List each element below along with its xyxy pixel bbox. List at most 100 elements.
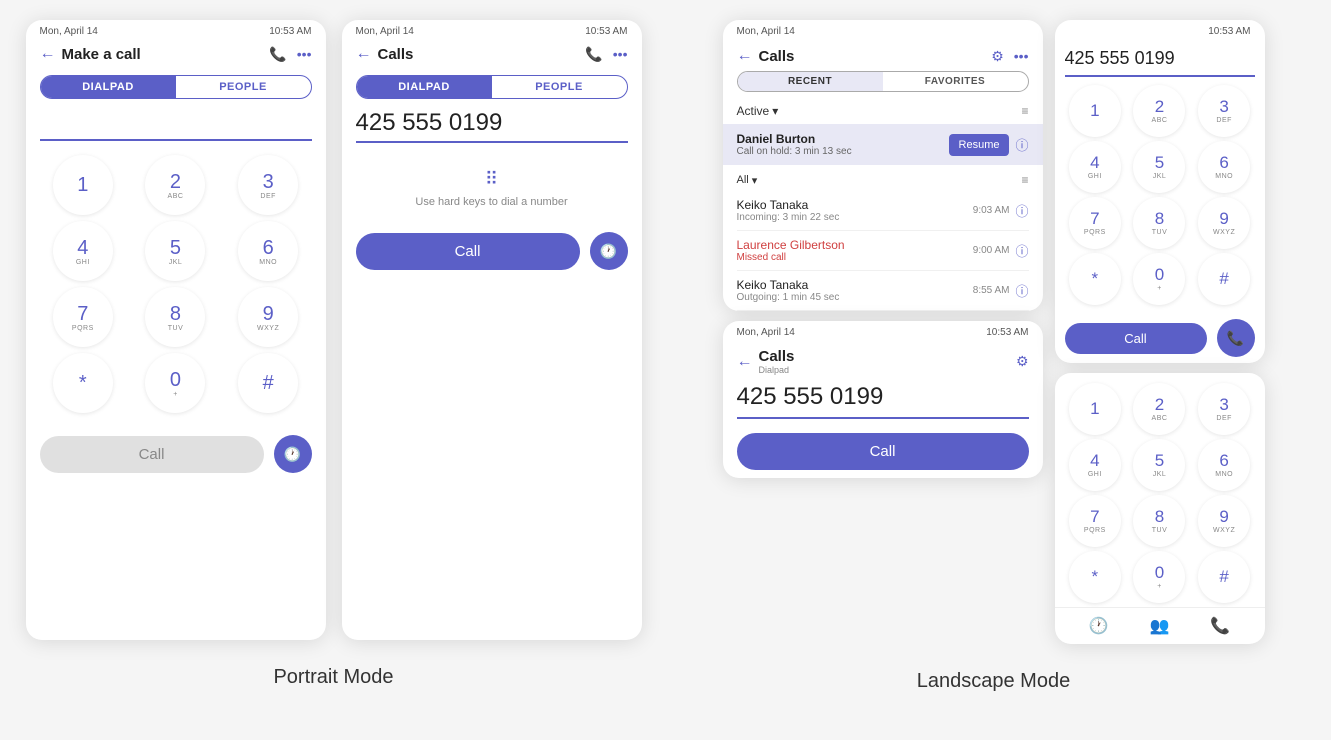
call-button-2[interactable]: Call [356, 233, 580, 270]
key-hash-1[interactable]: # [238, 353, 298, 413]
ls-tab-favorites[interactable]: FAVORITES [883, 72, 1028, 91]
ls-b-key-4[interactable]: 4GHI [1069, 439, 1121, 491]
ls-tab-recent[interactable]: RECENT [738, 72, 883, 91]
ls-resume-btn[interactable]: Resume [949, 134, 1010, 156]
ls-key-1[interactable]: 1 [1069, 85, 1121, 137]
landscape-mode-label: Landscape Mode [917, 670, 1070, 693]
ls-calls-header: ← Calls ⚙ ••• [723, 41, 1043, 67]
ls-b-key-2[interactable]: 2ABC [1133, 383, 1185, 435]
ls-dial-input[interactable] [1065, 48, 1265, 69]
call-bar-2: Call 🕐 [342, 222, 642, 280]
ls-dialpad-grid: 1 2ABC 3DEF 4GHI 5JKL 6MNO 7PQRS 8TUV 9W… [1055, 81, 1265, 309]
footer-contacts-icon[interactable]: 👥 [1150, 616, 1170, 636]
ls-b-key-0[interactable]: 0+ [1133, 551, 1185, 603]
tab-people-2[interactable]: PEOPLE [492, 76, 627, 98]
key-5-1[interactable]: 5JKL [145, 221, 205, 281]
call-item-left-2: Laurence Gilbertson Missed call [737, 238, 973, 263]
ls-bottom-call-btn[interactable]: Call [737, 433, 1029, 470]
footer-history-icon[interactable]: 🕐 [1089, 616, 1109, 636]
back-arrow-1[interactable]: ← [40, 45, 56, 63]
call-info-3[interactable]: ⓘ [1015, 281, 1028, 300]
call-button-1[interactable]: Call [40, 436, 264, 473]
ls-dial-status: 10:53 AM [1055, 20, 1265, 41]
page-title-1: Make a call [62, 46, 141, 63]
key-1-1[interactable]: 1 [53, 155, 113, 215]
ls-key-5[interactable]: 5JKL [1133, 141, 1185, 193]
tab-dialpad-1[interactable]: DIALPAD [41, 76, 176, 98]
ls-b-key-star[interactable]: * [1069, 551, 1121, 603]
ls-b-key-6[interactable]: 6MNO [1198, 439, 1250, 491]
ls-bottom-dial-input[interactable] [737, 383, 1043, 411]
call-sub-2: Missed call [737, 252, 973, 263]
ls-top-history-btn[interactable]: 📞 [1217, 319, 1255, 357]
key-9-1[interactable]: 9WXYZ [238, 287, 298, 347]
ls-b-key-8[interactable]: 8TUV [1133, 495, 1185, 547]
history-btn-1[interactable]: 🕐 [274, 435, 312, 473]
ls-b-key-9[interactable]: 9WXYZ [1198, 495, 1250, 547]
ls-status-bar-1: Mon, April 14 [723, 20, 1043, 41]
ls-info-icon-active[interactable]: ⓘ [1015, 135, 1028, 154]
call-item-left-3: Keiko Tanaka Outgoing: 1 min 45 sec [737, 278, 973, 303]
ls-bottom-back[interactable]: ← [737, 353, 753, 371]
dial-input-2[interactable] [356, 109, 642, 137]
footer-phone-icon[interactable]: 📞 [1210, 616, 1230, 636]
tab-people-1[interactable]: PEOPLE [176, 76, 311, 98]
ls-b-key-5[interactable]: 5JKL [1133, 439, 1185, 491]
dialpad-grid-1: 1 2ABC 3DEF 4GHI 5JKL 6MNO 7PQRS 8TUV 9W… [26, 147, 326, 421]
ls-b-key-3[interactable]: 3DEF [1198, 383, 1250, 435]
ls-key-6[interactable]: 6MNO [1198, 141, 1250, 193]
ls-top-dialpad-frame: 10:53 AM ✕ 1 2ABC 3DEF 4GHI 5JKL 6MNO 7P… [1055, 20, 1265, 363]
ls-filter-icon2[interactable]: ≡ [1021, 173, 1028, 187]
ls-key-9[interactable]: 9WXYZ [1198, 197, 1250, 249]
back-arrow-2[interactable]: ← [356, 45, 372, 63]
phone-icon-1[interactable]: 📞 [269, 46, 286, 63]
ls-status-bar-2: Mon, April 14 10:53 AM [723, 321, 1043, 342]
tab-dialpad-2[interactable]: DIALPAD [357, 76, 492, 98]
ls-back-arrow[interactable]: ← [737, 47, 753, 65]
ls-gear-icon[interactable]: ⚙ [991, 48, 1004, 65]
ls-key-star[interactable]: * [1069, 253, 1121, 305]
ls-more-icon[interactable]: ••• [1014, 48, 1029, 64]
more-icon-2[interactable]: ••• [613, 46, 628, 62]
call-info-1[interactable]: ⓘ [1015, 201, 1028, 220]
portrait-make-call-frame: Mon, April 14 10:53 AM ← Make a call 📞 •… [26, 20, 326, 640]
phone-icon-2[interactable]: 📞 [585, 46, 602, 63]
key-2-1[interactable]: 2ABC [145, 155, 205, 215]
ls-key-2[interactable]: 2ABC [1133, 85, 1185, 137]
ls-key-3[interactable]: 3DEF [1198, 85, 1250, 137]
ls-key-8[interactable]: 8TUV [1133, 197, 1185, 249]
call-item-right-2: 9:00 AM ⓘ [973, 241, 1029, 260]
ls-b-key-7[interactable]: 7PQRS [1069, 495, 1121, 547]
ls-time-2: 10:53 AM [986, 327, 1028, 338]
header-left-1: ← Make a call [40, 45, 141, 63]
ls-bottom-gear[interactable]: ⚙ [1016, 353, 1029, 370]
ls-key-7[interactable]: 7PQRS [1069, 197, 1121, 249]
ls-footer-icons: 🕐 👥 📞 [1055, 607, 1265, 644]
ls-b-key-1[interactable]: 1 [1069, 383, 1121, 435]
ls-active-call-info: Daniel Burton Call on hold: 3 min 13 sec [737, 132, 949, 157]
ls-bottom-calls-frame: Mon, April 14 10:53 AM ← Calls Dialpad ⚙ [723, 321, 1043, 478]
ls-bottom-header-left: ← Calls Dialpad [737, 348, 795, 375]
ls-top-call-btn[interactable]: Call [1065, 323, 1207, 354]
key-3-1[interactable]: 3DEF [238, 155, 298, 215]
ls-key-hash[interactable]: # [1198, 253, 1250, 305]
key-4-1[interactable]: 4GHI [53, 221, 113, 281]
call-info-2[interactable]: ⓘ [1015, 241, 1028, 260]
key-8-1[interactable]: 8TUV [145, 287, 205, 347]
ls-key-0[interactable]: 0+ [1133, 253, 1185, 305]
key-0-1[interactable]: 0+ [145, 353, 205, 413]
ls-active-call-banner: Daniel Burton Call on hold: 3 min 13 sec… [723, 124, 1043, 165]
ls-filter-icon[interactable]: ≡ [1021, 104, 1028, 118]
key-6-1[interactable]: 6MNO [238, 221, 298, 281]
more-icon-1[interactable]: ••• [297, 46, 312, 62]
ls-b-key-hash[interactable]: # [1198, 551, 1250, 603]
key-7-1[interactable]: 7PQRS [53, 287, 113, 347]
history-btn-2[interactable]: 🕐 [590, 232, 628, 270]
ls-active-filter[interactable]: Active ▾ [737, 104, 779, 118]
ls-all-filter[interactable]: All ▾ [737, 174, 758, 187]
ls-key-4[interactable]: 4GHI [1069, 141, 1121, 193]
header-right-2: 📞 ••• [585, 46, 627, 63]
call-time-2: 9:00 AM [973, 245, 1010, 256]
dial-input-1[interactable] [40, 109, 326, 135]
key-star-1[interactable]: * [53, 353, 113, 413]
